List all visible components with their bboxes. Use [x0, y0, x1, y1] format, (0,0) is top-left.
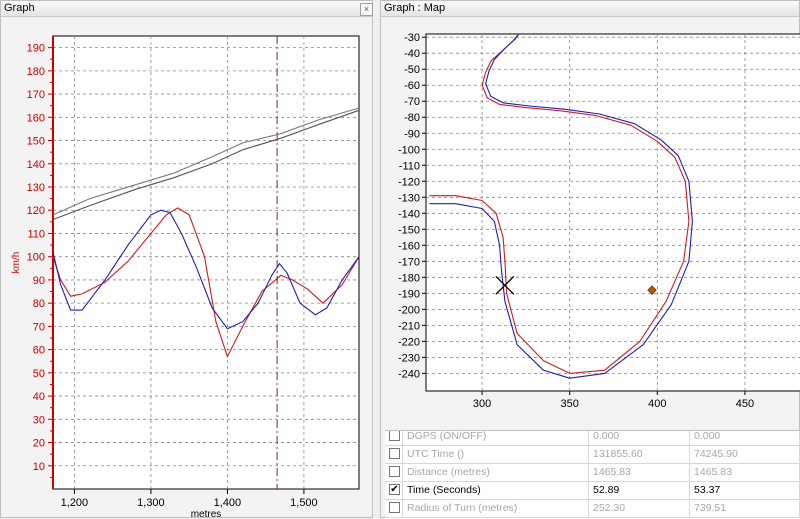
row-checkbox[interactable]: [389, 466, 400, 477]
row-checkbox-cell[interactable]: ✔: [385, 481, 403, 499]
table-row[interactable]: Distance (metres) 1465.83 1465.83: [385, 463, 800, 482]
y-tick-label: 150: [27, 136, 45, 148]
table-row[interactable]: UTC Time () 131855.60 74245.90: [385, 445, 800, 464]
map-y-tick-label: -130: [398, 192, 420, 204]
speed-chart[interactable]: 10 20 30 40 50 60 70 80 90 100 110 120 130 140 150 160 1…: [1, 16, 374, 519]
row-checkbox[interactable]: [389, 502, 400, 513]
y-tick-label: 190: [27, 43, 45, 55]
y-tick-label: 40: [33, 391, 45, 403]
y-tick-label: 20: [33, 438, 45, 450]
row-checkbox-cell[interactable]: [385, 463, 403, 481]
y-tick-label: 130: [27, 182, 45, 194]
y-tick-label: 50: [33, 368, 45, 380]
map-x-tick-label: 400: [648, 398, 666, 410]
y-tick-label: 10: [33, 461, 45, 473]
map-y-tick-label: -200: [398, 304, 420, 316]
y-tick-label: 70: [33, 321, 45, 333]
channel-name: DGPS (ON/OFF): [403, 431, 589, 445]
map-y-tick-label: -80: [404, 112, 420, 124]
x-tick-label: 1,400: [214, 497, 242, 509]
y-tick-label: 90: [33, 275, 45, 287]
channel-value-1: 52.89: [589, 481, 690, 499]
channel-value-1: 252.30: [589, 499, 690, 517]
y-tick-label: 120: [27, 205, 45, 217]
map-y-tick-label: -30: [404, 32, 420, 44]
table-row[interactable]: Radius of Turn (metres) 252.30 739.51: [385, 499, 800, 518]
map-chart[interactable]: -30 -40 -50 -60 -70 -80 -90 -100 -110 -120 -130 -14…: [381, 16, 800, 431]
map-y-tick-label: -180: [398, 272, 420, 284]
graph-panel: Graph × 10 20 30 40 50 60 70 80 90 100 110 120 130 14…: [0, 0, 374, 519]
y-tick-label: 160: [27, 112, 45, 124]
y-tick-label: 100: [27, 252, 45, 264]
map-y-tick-label: -90: [404, 128, 420, 140]
row-checkbox[interactable]: [389, 431, 400, 441]
graph-close-button[interactable]: ×: [360, 3, 373, 16]
map-y-tick-label: -40: [404, 48, 420, 60]
channel-name: Radius of Turn (metres): [403, 499, 589, 517]
channel-value-2: 1465.83: [690, 463, 800, 481]
map-y-tick-label: -60: [404, 80, 420, 92]
map-y-tick-label: -190: [398, 288, 420, 300]
map-y-tick-label: -240: [398, 368, 420, 380]
map-y-tick-label: -160: [398, 240, 420, 252]
channel-name: Distance (metres): [403, 463, 589, 481]
channel-value-2: 739.51: [690, 499, 800, 517]
table-row[interactable]: ✔ Time (Seconds) 52.89 53.37: [385, 481, 800, 500]
map-x-tick-label: 350: [561, 398, 579, 410]
channel-value-2: 74245.90: [690, 445, 800, 463]
map-y-tick-label: -220: [398, 336, 420, 348]
y-axis-label: km/h: [11, 252, 22, 274]
row-checkbox[interactable]: [389, 448, 400, 459]
channel-value-2: 0.000: [690, 431, 800, 445]
map-y-tick-label: -230: [398, 352, 420, 364]
map-y-tick-label: -170: [398, 256, 420, 268]
y-tick-label: 30: [33, 414, 45, 426]
channel-value-1: 131855.60: [589, 445, 690, 463]
map-y-tick-label: -70: [404, 96, 420, 108]
map-y-tick-label: -100: [398, 144, 420, 156]
y-tick-label: 110: [27, 228, 45, 240]
channel-name: Time (Seconds): [403, 481, 589, 499]
map-x-tick-label: 300: [473, 398, 491, 410]
row-checkbox-cell[interactable]: [385, 499, 403, 517]
row-checkbox-cell[interactable]: [385, 445, 403, 463]
channel-name: UTC Time (): [403, 445, 589, 463]
map-y-tick-label: -110: [399, 160, 420, 172]
y-tick-label: 140: [27, 159, 45, 171]
table-row[interactable]: DGPS (ON/OFF) 0.000 0.000: [385, 431, 800, 446]
map-plot-area: [425, 33, 800, 392]
map-x-tick-label: 450: [736, 398, 754, 410]
graph-panel-title: Graph: [1, 1, 372, 17]
channel-value-1: 1465.83: [589, 463, 690, 481]
x-tick-label: 1,300: [137, 497, 165, 509]
channel-value-1: 0.000: [589, 431, 690, 445]
map-y-tick-label: -150: [398, 224, 420, 236]
channel-value-2: 53.37: [690, 481, 800, 499]
map-y-tick-label: -140: [398, 208, 420, 220]
x-tick-label: 1,200: [61, 497, 89, 509]
y-tick-label: 180: [27, 66, 45, 78]
map-y-tick-label: -210: [398, 320, 420, 332]
map-y-tick-label: -50: [404, 64, 420, 76]
y-tick-label: 80: [33, 298, 45, 310]
channel-table: DGPS (ON/OFF) 0.000 0.000 UTC Time () 131855…: [385, 430, 800, 519]
x-tick-label: 1,500: [290, 497, 318, 509]
y-tick-label: 60: [33, 345, 45, 357]
row-checkbox-cell[interactable]: [385, 431, 403, 445]
row-checkbox[interactable]: ✔: [389, 484, 400, 495]
map-y-tick-label: -120: [398, 176, 420, 188]
y-tick-label: 170: [27, 89, 45, 101]
map-panel-title: Graph : Map: [381, 1, 799, 17]
